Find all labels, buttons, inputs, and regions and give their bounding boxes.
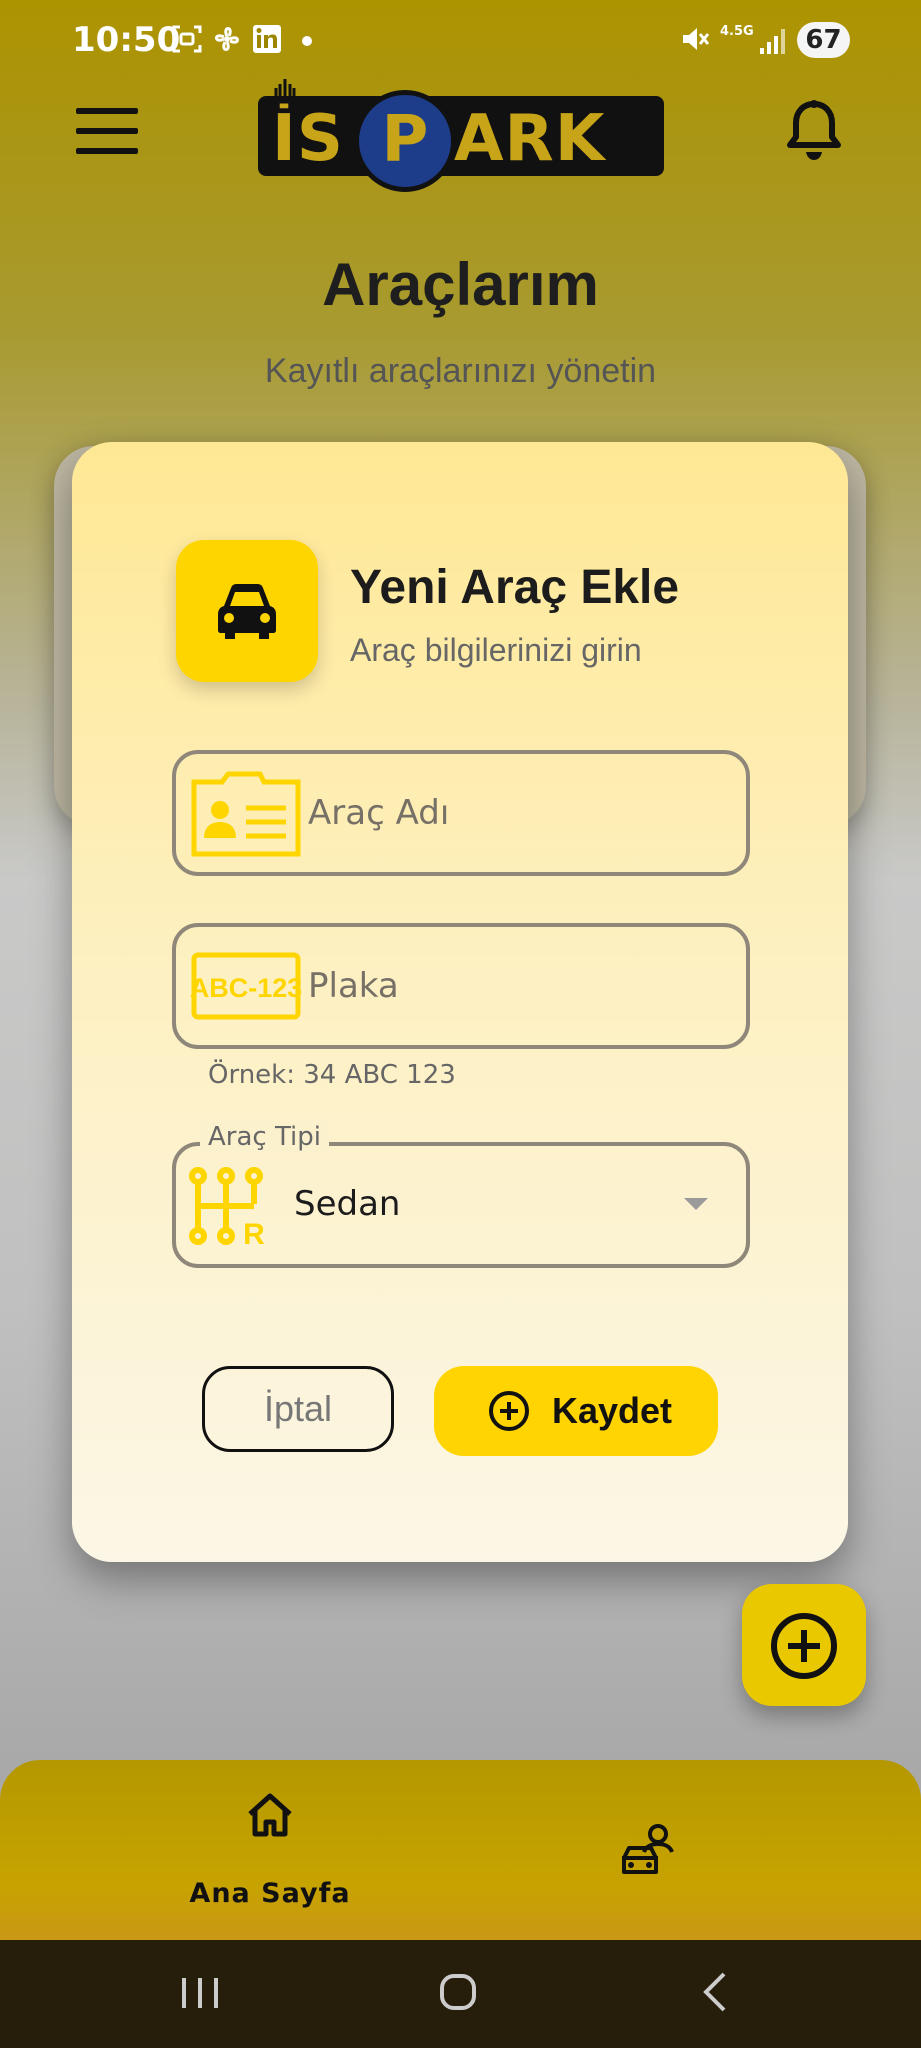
page-title: Araçlarım	[322, 251, 599, 318]
cancel-button[interactable]: İptal	[202, 1366, 394, 1452]
status-time: 10:50	[72, 20, 181, 60]
status-bar: 10:50 4.5G 67	[0, 0, 921, 80]
menu-button[interactable]	[76, 108, 138, 154]
battery-indicator: 67	[797, 22, 850, 58]
network-type: 4.5G	[720, 24, 754, 39]
notification-bell-icon[interactable]	[784, 98, 844, 162]
plate-hint: Örnek: 34 ABC 123	[208, 1060, 456, 1090]
system-navigation-bar	[0, 1940, 921, 2048]
fan-icon	[215, 27, 239, 51]
back-icon[interactable]	[700, 1970, 730, 2014]
id-card-icon	[191, 771, 301, 857]
menu-icon	[76, 108, 138, 114]
vehicle-name-input[interactable]	[308, 754, 728, 872]
home-nav-icon[interactable]	[438, 1972, 478, 2012]
vehicle-name-field	[172, 750, 750, 876]
license-plate-icon: ABC-123	[190, 952, 302, 1020]
ispark-logo: İS P ARK	[258, 79, 664, 192]
dialog-title: Yeni Araç Ekle	[350, 561, 680, 614]
add-vehicle-dialog: Yeni Araç Ekle Araç bilgilerinizi girin …	[72, 442, 848, 1562]
dialog-icon-container	[176, 540, 318, 682]
add-vehicle-fab[interactable]	[742, 1584, 866, 1706]
save-button-label: Kaydet	[552, 1390, 673, 1431]
nav-vehicles-icon[interactable]	[618, 1822, 678, 1878]
nav-item-home[interactable]: Ana Sayfa	[160, 1792, 380, 1912]
linkedin-icon	[253, 25, 281, 53]
add-circle-icon	[489, 1391, 529, 1431]
recent-apps-icon[interactable]	[178, 1974, 222, 2012]
vehicle-type-label: Araç Tipi	[200, 1122, 330, 1152]
save-button[interactable]: Kaydet	[434, 1366, 718, 1456]
plate-field: ABC-123	[172, 923, 750, 1049]
plate-icon-text: ABC-123	[190, 973, 302, 1003]
notification-dot-icon	[302, 36, 312, 46]
page-subtitle: Kayıtlı araçlarınızı yönetin	[264, 352, 657, 390]
add-circle-icon	[771, 1613, 837, 1679]
chevron-down-icon	[684, 1198, 708, 1210]
vehicle-type-value: Sedan	[294, 1184, 401, 1224]
mute-icon	[683, 28, 710, 50]
nav-home-label: Ana Sayfa	[189, 1878, 351, 1909]
bottom-navigation	[0, 1760, 921, 1940]
svg-text:R: R	[243, 1218, 265, 1246]
plate-input[interactable]	[308, 927, 728, 1045]
home-icon	[248, 1793, 292, 1837]
screenshot-icon	[172, 25, 202, 53]
gear-shift-icon: R	[189, 1167, 265, 1246]
vehicle-type-select[interactable]: Araç Tipi R Sedan	[172, 1122, 750, 1268]
car-icon	[218, 584, 276, 639]
signal-icon	[760, 29, 785, 54]
emblem-icon	[273, 79, 297, 104]
dialog-subtitle: Araç bilgilerinizi girin	[350, 632, 642, 668]
